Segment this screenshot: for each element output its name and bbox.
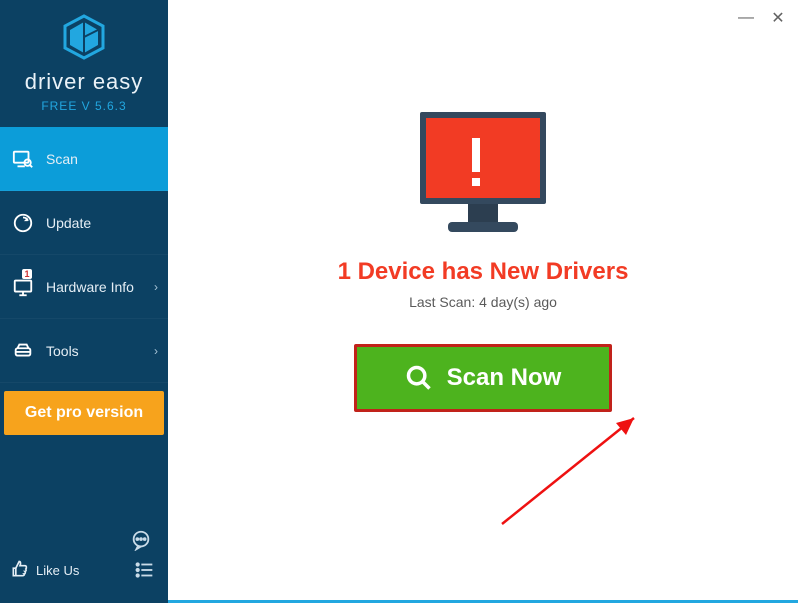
- scan-now-label: Scan Now: [447, 364, 562, 392]
- like-us-button[interactable]: Like Us: [10, 559, 79, 582]
- like-us-label: Like Us: [36, 563, 79, 578]
- nav-update[interactable]: Update: [0, 191, 168, 255]
- nav-hardware-label: Hardware Info: [46, 279, 134, 295]
- get-pro-label: Get pro version: [25, 404, 143, 422]
- alert-monitor-icon: [410, 108, 556, 245]
- nav-hardware[interactable]: 1 Hardware Info ›: [0, 255, 168, 319]
- brand-name: driver easy: [25, 69, 144, 95]
- logo-icon: [59, 12, 109, 67]
- tools-icon: [10, 338, 36, 364]
- headline: 1 Device has New Drivers: [168, 258, 798, 286]
- sidebar: driver easy FREE V 5.6.3 Scan: [0, 0, 168, 603]
- logo-block: driver easy FREE V 5.6.3: [0, 0, 168, 113]
- minimize-icon: —: [738, 9, 754, 27]
- get-pro-button[interactable]: Get pro version: [4, 391, 164, 435]
- hardware-badge: 1: [22, 269, 32, 279]
- thumb-up-icon: [10, 559, 30, 582]
- nav-tools-label: Tools: [46, 343, 79, 359]
- chevron-right-icon: ›: [154, 280, 158, 294]
- nav-tools[interactable]: Tools ›: [0, 319, 168, 383]
- main-panel: — ✕ 1 Device has New Drivers Last Scan: …: [168, 0, 798, 603]
- annotation-arrow-icon: [496, 402, 656, 537]
- close-icon: ✕: [771, 8, 784, 28]
- menu-icon[interactable]: [132, 557, 158, 583]
- window-controls: — ✕: [736, 8, 788, 28]
- nav: Scan Update 1 Hardware Info: [0, 127, 168, 435]
- update-icon: [10, 210, 36, 236]
- nav-scan[interactable]: Scan: [0, 127, 168, 191]
- nav-scan-label: Scan: [46, 151, 78, 167]
- nav-update-label: Update: [46, 215, 91, 231]
- chevron-right-icon: ›: [154, 344, 158, 358]
- version-label: FREE V 5.6.3: [41, 99, 126, 113]
- close-button[interactable]: ✕: [768, 8, 788, 28]
- minimize-button[interactable]: —: [736, 8, 756, 28]
- bottom-bar: Like Us: [0, 545, 168, 595]
- scan-icon: [10, 146, 36, 172]
- search-icon: [405, 364, 433, 392]
- last-scan-text: Last Scan: 4 day(s) ago: [168, 294, 798, 310]
